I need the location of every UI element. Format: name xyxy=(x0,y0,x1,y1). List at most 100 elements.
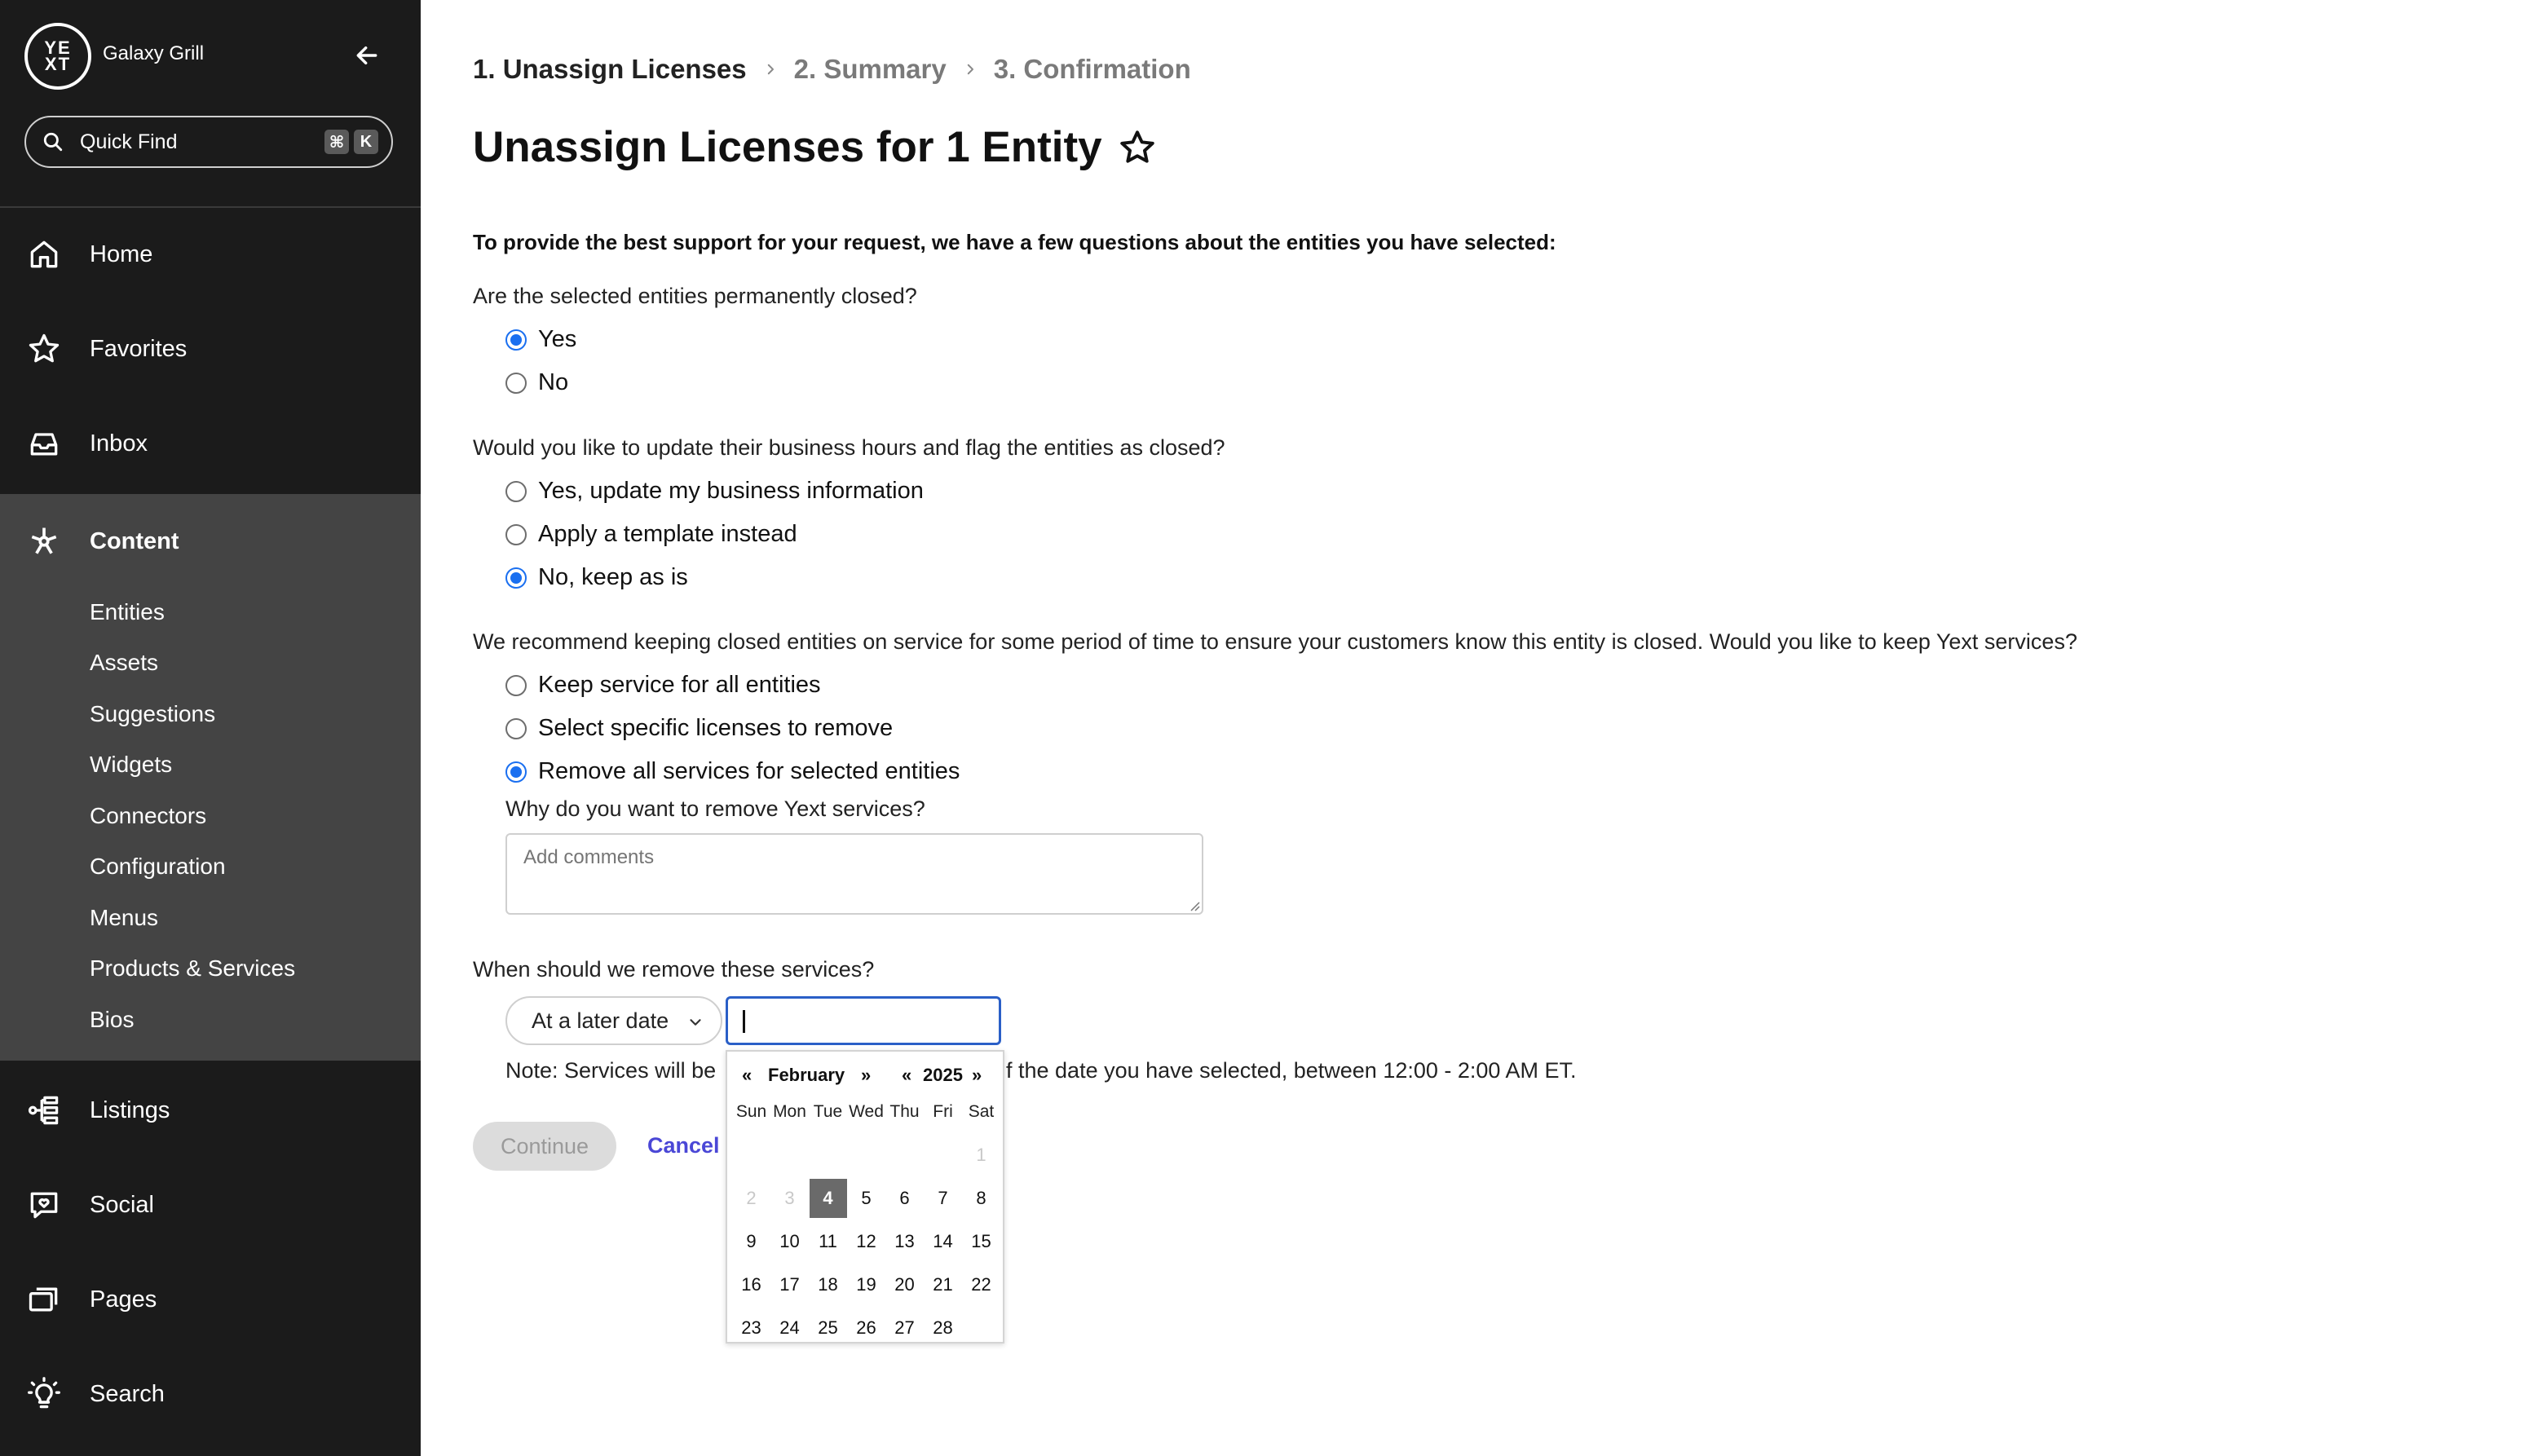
nav-item-pages[interactable]: Pages xyxy=(0,1252,421,1347)
page-title-text: Unassign Licenses for 1 Entity xyxy=(473,123,1102,171)
radio-button[interactable] xyxy=(505,480,527,502)
nav-item-home[interactable]: Home xyxy=(0,207,421,302)
subnav-widgets[interactable]: Widgets xyxy=(90,752,172,778)
next-month-button[interactable]: » xyxy=(861,1065,871,1086)
calendar-day[interactable]: 26 xyxy=(847,1306,885,1349)
removal-timing-select[interactable]: At a later date xyxy=(505,996,722,1045)
radio-update-business-info[interactable]: Yes, update my business information xyxy=(505,478,924,505)
nav-item-inbox[interactable]: Inbox xyxy=(0,396,421,491)
calendar-day[interactable]: 25 xyxy=(809,1306,847,1349)
calendar-day[interactable]: 11 xyxy=(809,1220,847,1263)
radio-button[interactable] xyxy=(505,674,527,696)
radio-remove-all-services[interactable]: Remove all services for selected entitie… xyxy=(505,758,960,785)
subnav-assets[interactable]: Assets xyxy=(90,650,158,676)
radio-button[interactable] xyxy=(505,329,527,351)
yext-logo[interactable]: YE XT xyxy=(24,23,91,90)
radio-closed-yes[interactable]: Yes xyxy=(505,326,576,353)
resize-handle-icon[interactable] xyxy=(1189,900,1200,911)
text-cursor xyxy=(743,1010,745,1033)
calendar-day[interactable]: 8 xyxy=(962,1176,1000,1220)
radio-keep-as-is[interactable]: No, keep as is xyxy=(505,564,688,591)
calendar-day-number: 28 xyxy=(933,1317,953,1338)
nav-item-social[interactable]: Social xyxy=(0,1158,421,1252)
calendar-day[interactable]: 10 xyxy=(770,1220,809,1263)
weekday-label: Fri xyxy=(933,1102,953,1121)
question-removal-date: When should we remove these services? xyxy=(473,957,875,982)
calendar-day[interactable]: 6 xyxy=(885,1176,924,1220)
subnav-suggestions[interactable]: Suggestions xyxy=(90,701,215,727)
question-removal-reason: Why do you want to remove Yext services? xyxy=(505,796,925,821)
calendar-day[interactable]: 28 xyxy=(924,1306,962,1349)
previous-month-button[interactable]: « xyxy=(742,1065,752,1086)
favorite-star-icon[interactable] xyxy=(1117,127,1158,168)
subnav-entities[interactable]: Entities xyxy=(90,599,165,625)
breadcrumb-step-summary[interactable]: 2. Summary xyxy=(794,54,947,85)
previous-year-button[interactable]: « xyxy=(902,1065,911,1086)
radio-apply-template[interactable]: Apply a template instead xyxy=(505,521,797,548)
social-icon xyxy=(30,1192,58,1219)
calendar-day[interactable]: 22 xyxy=(962,1263,1000,1306)
calendar-day-number: 13 xyxy=(894,1230,915,1251)
calendar-day[interactable]: 20 xyxy=(885,1263,924,1306)
radio-label: Remove all services for selected entitie… xyxy=(538,758,960,784)
radio-keep-service-all[interactable]: Keep service for all entities xyxy=(505,672,821,699)
radio-closed-no[interactable]: No xyxy=(505,369,568,396)
calendar-day[interactable]: 1 xyxy=(962,1133,1000,1176)
nav-item-content[interactable]: Content xyxy=(0,494,421,589)
breadcrumb-step-confirmation[interactable]: 3. Confirmation xyxy=(994,54,1191,85)
radio-button[interactable] xyxy=(505,717,527,739)
calendar-day[interactable]: 21 xyxy=(924,1263,962,1306)
calendar-empty-cell xyxy=(924,1133,962,1176)
subnav-connectors[interactable]: Connectors xyxy=(90,803,206,829)
calendar-day[interactable]: 12 xyxy=(847,1220,885,1263)
breadcrumb: 1. Unassign Licenses 2. Summary 3. Confi… xyxy=(473,54,1191,85)
radio-button[interactable] xyxy=(505,567,527,589)
calendar-empty-cell xyxy=(847,1133,885,1176)
calendar-day[interactable]: 17 xyxy=(770,1263,809,1306)
calendar-day[interactable]: 3 xyxy=(770,1176,809,1220)
calendar-day[interactable]: 13 xyxy=(885,1220,924,1263)
calendar-day-number: 6 xyxy=(899,1187,910,1208)
calendar-day[interactable]: 9 xyxy=(732,1220,770,1263)
radio-button[interactable] xyxy=(505,372,527,394)
calendar-day[interactable]: 15 xyxy=(962,1220,1000,1263)
nav-item-listings[interactable]: Listings xyxy=(0,1063,421,1158)
radio-button[interactable] xyxy=(505,761,527,783)
lightbulb-icon xyxy=(28,1377,60,1409)
next-year-button[interactable]: » xyxy=(972,1065,982,1086)
chevron-right-icon xyxy=(967,64,973,75)
comments-textarea[interactable] xyxy=(505,833,1203,915)
date-input[interactable] xyxy=(726,996,1001,1045)
quick-find-input[interactable]: Quick Find ⌘ K xyxy=(24,116,393,168)
subnav-bios[interactable]: Bios xyxy=(90,1007,134,1033)
subnav-menus[interactable]: Menus xyxy=(90,905,158,931)
nav-item-favorites[interactable]: Favorites xyxy=(0,302,421,396)
pages-icon xyxy=(29,1287,58,1312)
subnav-products-services[interactable]: Products & Services xyxy=(90,955,295,982)
calendar-day[interactable]: 16 xyxy=(732,1263,770,1306)
nav-item-search[interactable]: Search xyxy=(0,1347,421,1441)
calendar-day[interactable]: 19 xyxy=(847,1263,885,1306)
continue-button[interactable]: Continue xyxy=(473,1122,616,1171)
calendar-day[interactable]: 2 xyxy=(732,1176,770,1220)
calendar-day[interactable]: 23 xyxy=(732,1306,770,1349)
calendar-day[interactable]: 18 xyxy=(809,1263,847,1306)
calendar-day[interactable]: 27 xyxy=(885,1306,924,1349)
collapse-sidebar-button[interactable] xyxy=(349,38,385,73)
subnav-configuration[interactable]: Configuration xyxy=(90,854,226,880)
note-text-left: Note: Services will be xyxy=(505,1058,717,1083)
calendar-day[interactable]: 7 xyxy=(924,1176,962,1220)
breadcrumb-step-unassign[interactable]: 1. Unassign Licenses xyxy=(473,54,747,85)
cancel-button[interactable]: Cancel xyxy=(647,1133,720,1158)
calendar-day[interactable]: 5 xyxy=(847,1176,885,1220)
calendar-day[interactable]: 24 xyxy=(770,1306,809,1349)
calendar-day[interactable]: 14 xyxy=(924,1220,962,1263)
calendar-empty-cell xyxy=(732,1133,770,1176)
chevron-down-icon xyxy=(690,1019,701,1026)
calendar-day-number: 1 xyxy=(976,1144,986,1165)
radio-select-specific-licenses[interactable]: Select specific licenses to remove xyxy=(505,715,893,742)
calendar-day-number: 14 xyxy=(933,1230,953,1251)
calendar-day[interactable]: 4 xyxy=(809,1176,847,1220)
date-picker: « February » « 2025 » Sun Mon Tue Wed Th… xyxy=(726,1050,1004,1343)
radio-button[interactable] xyxy=(505,523,527,545)
